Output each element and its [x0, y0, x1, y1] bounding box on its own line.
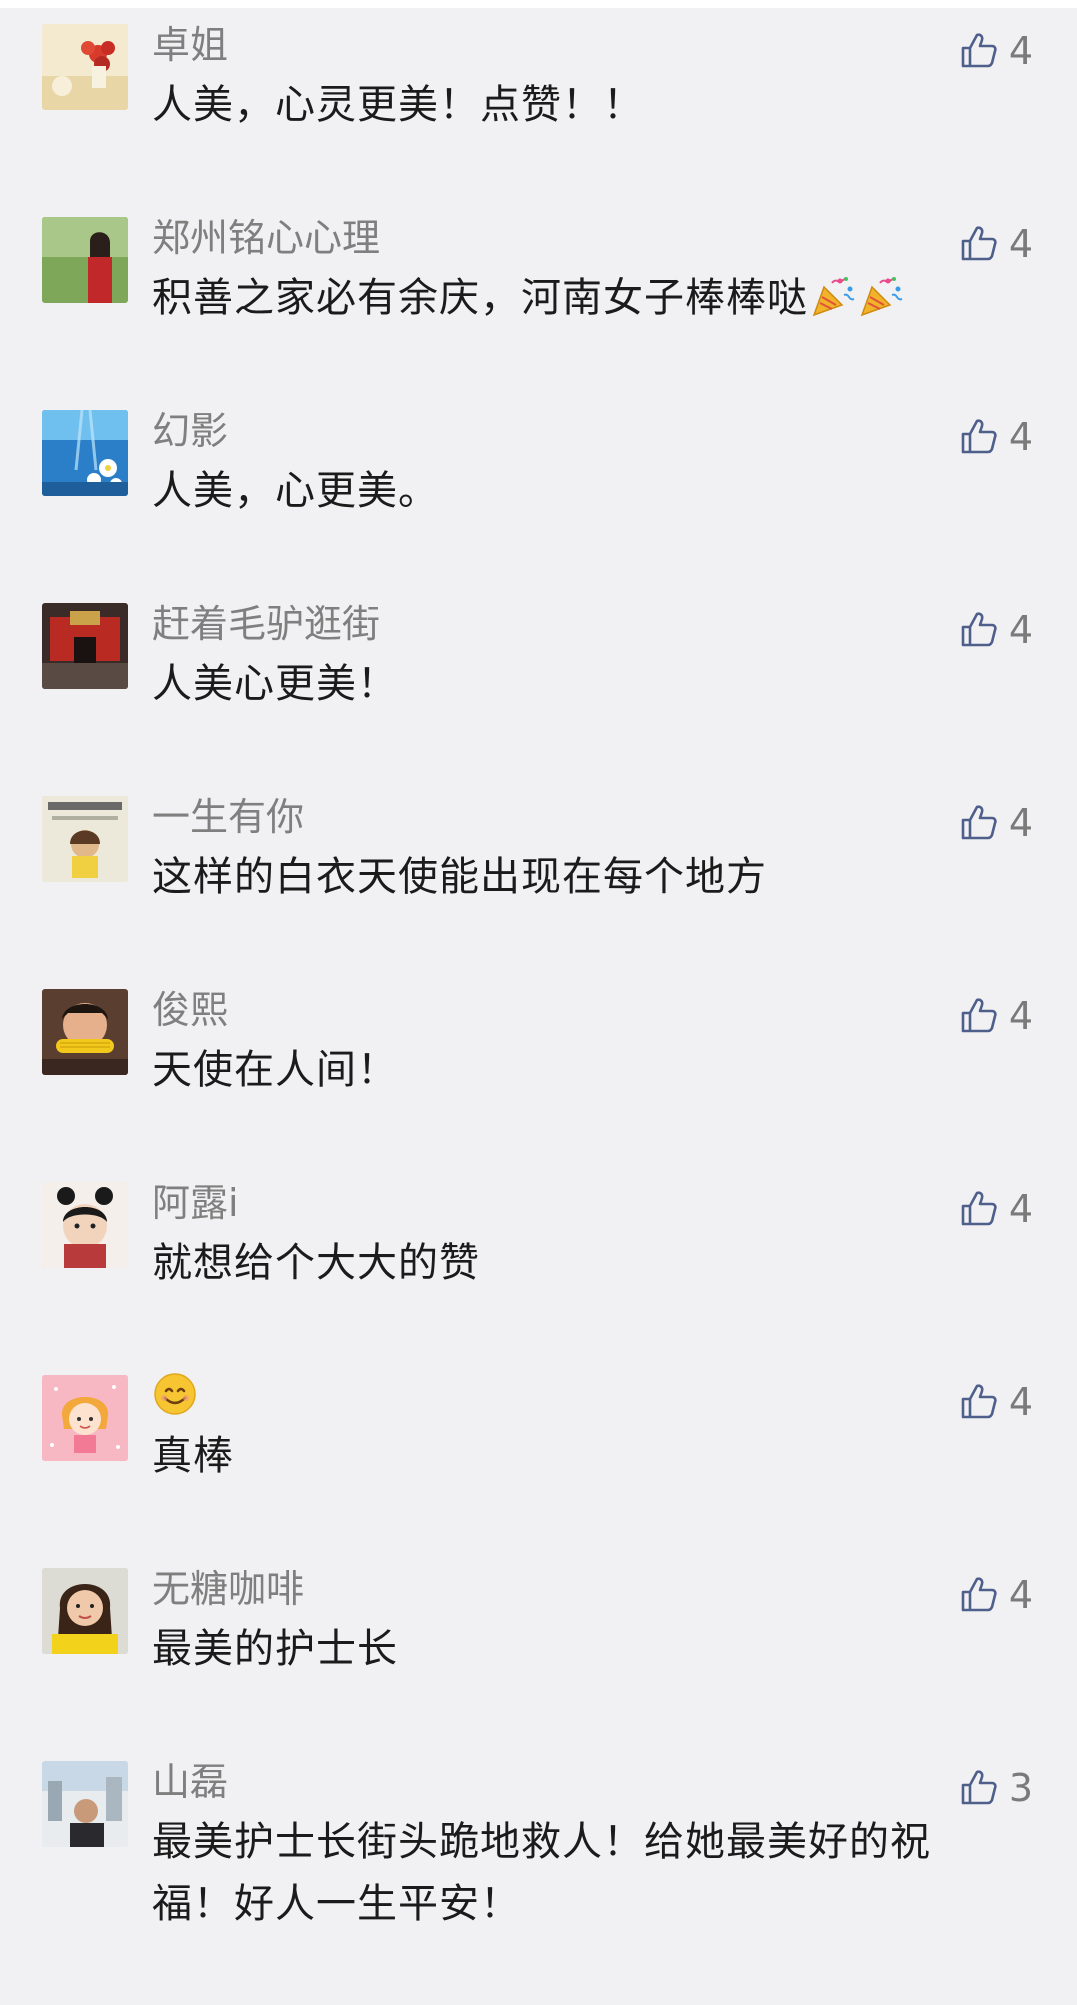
thumbs-up-icon	[961, 1384, 997, 1419]
thumbs-up-icon	[961, 1191, 997, 1226]
avatar[interactable]	[42, 24, 128, 110]
nickname[interactable]: 卓姐	[152, 20, 228, 70]
like-button[interactable]: 4	[959, 991, 1033, 1041]
comment-text: 最美护士长街头跪地救人！给她最美好的祝福！好人一生平安！	[152, 1819, 931, 1927]
avatar[interactable]	[42, 217, 128, 303]
like-count: 4	[1008, 801, 1033, 845]
comment-text: 真棒	[152, 1433, 234, 1479]
thumbs-up-icon	[961, 998, 997, 1033]
like-count: 4	[1008, 1187, 1033, 1231]
smiling-face-icon	[154, 1373, 196, 1415]
thumbs-up-icon	[961, 1577, 997, 1612]
like-count: 4	[1008, 222, 1033, 266]
nickname[interactable]: 山磊	[152, 1757, 228, 1807]
avatar[interactable]	[42, 410, 128, 496]
like-button[interactable]: 4	[959, 798, 1033, 848]
like-count: 4	[1008, 994, 1033, 1038]
nickname[interactable]: 幻影	[152, 406, 228, 456]
nickname[interactable]: 无糖咖啡	[152, 1564, 304, 1614]
like-button[interactable]: 4	[959, 1184, 1033, 1234]
like-count: 4	[1008, 608, 1033, 652]
comment-text: 这样的白衣天使能出现在每个地方	[152, 854, 767, 900]
like-button[interactable]: 4	[959, 605, 1033, 655]
comment-text: 最美的护士长	[152, 1626, 398, 1672]
like-button[interactable]: 4	[959, 26, 1033, 76]
thumbs-up-icon	[961, 33, 997, 68]
nickname[interactable]: 一生有你	[152, 792, 304, 842]
like-button[interactable]: 4	[959, 412, 1033, 462]
nickname[interactable]: 俊熙	[152, 985, 228, 1035]
top-strip	[0, 0, 1077, 8]
nickname[interactable]: 赶着毛驴逛街	[152, 599, 380, 649]
avatar[interactable]	[42, 1182, 128, 1268]
like-button[interactable]: 4	[959, 1377, 1033, 1427]
party-popper-icon	[860, 277, 903, 317]
comment-text: 人美，心更美。	[152, 468, 439, 514]
like-button[interactable]: 4	[959, 1570, 1033, 1620]
like-count: 4	[1008, 415, 1033, 459]
thumbs-up-icon	[961, 1770, 997, 1805]
comment-text: 天使在人间！	[152, 1047, 398, 1093]
thumbs-up-icon	[961, 805, 997, 840]
like-count: 4	[1008, 1380, 1033, 1424]
nickname[interactable]: 郑州铭心心理	[152, 213, 380, 263]
comment-text: 人美，心灵更美！点赞！！	[152, 82, 644, 128]
like-button[interactable]: 4	[959, 219, 1033, 269]
avatar[interactable]	[42, 796, 128, 882]
like-button[interactable]: 3	[959, 1763, 1033, 1813]
avatar[interactable]	[42, 1375, 128, 1461]
nickname[interactable]	[152, 1371, 198, 1421]
comment-text-body: 积善之家必有余庆，河南女子棒棒哒	[152, 275, 808, 321]
comment-text: 就想给个大大的赞	[152, 1240, 480, 1286]
party-popper-icon	[812, 277, 855, 317]
avatar[interactable]	[42, 603, 128, 689]
comment-text: 积善之家必有余庆，河南女子棒棒哒	[152, 267, 1012, 329]
thumbs-up-icon	[961, 612, 997, 647]
thumbs-up-icon	[961, 226, 997, 261]
avatar[interactable]	[42, 1568, 128, 1654]
avatar[interactable]	[42, 989, 128, 1075]
thumbs-up-icon	[961, 419, 997, 454]
avatar[interactable]	[42, 1761, 128, 1847]
comment-text: 人美心更美！	[152, 661, 398, 707]
like-count: 3	[1008, 1766, 1033, 1810]
like-count: 4	[1008, 29, 1033, 73]
like-count: 4	[1008, 1573, 1033, 1617]
nickname[interactable]: 阿露i	[152, 1178, 239, 1228]
